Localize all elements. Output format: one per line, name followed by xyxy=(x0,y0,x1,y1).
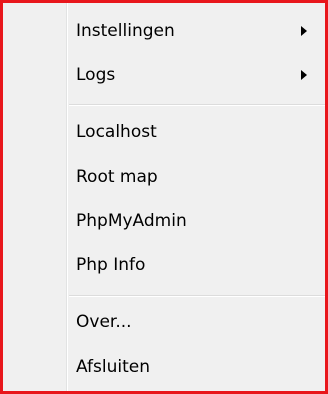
menu-separator xyxy=(69,104,325,106)
menu-item-label: Instellingen xyxy=(76,21,175,41)
menu-item-instellingen[interactable]: Instellingen xyxy=(3,10,325,52)
menu-item-label: PhpMyAdmin xyxy=(76,211,187,231)
menu-item-label: Root map xyxy=(76,167,158,187)
menu-item-logs[interactable]: Logs xyxy=(3,54,325,96)
menu-item-over[interactable]: Over... xyxy=(3,301,325,343)
menu-item-label: Logs xyxy=(76,65,116,85)
menu-item-afsluiten[interactable]: Afsluiten xyxy=(3,346,325,388)
menu-item-root-map[interactable]: Root map xyxy=(3,156,325,198)
menu-item-php-info[interactable]: Php Info xyxy=(3,244,325,286)
submenu-arrow-icon xyxy=(301,26,307,36)
menu-item-label: Localhost xyxy=(76,122,157,142)
menu-item-localhost[interactable]: Localhost xyxy=(3,111,325,153)
context-menu: Instellingen Logs Localhost Root map Php… xyxy=(0,0,328,394)
submenu-arrow-icon xyxy=(301,70,307,80)
menu-separator xyxy=(69,295,325,297)
menu-item-label: Over... xyxy=(76,312,132,332)
menu-item-label: Afsluiten xyxy=(76,357,150,377)
menu-item-phpmyadmin[interactable]: PhpMyAdmin xyxy=(3,200,325,242)
menu-item-label: Php Info xyxy=(76,255,146,275)
